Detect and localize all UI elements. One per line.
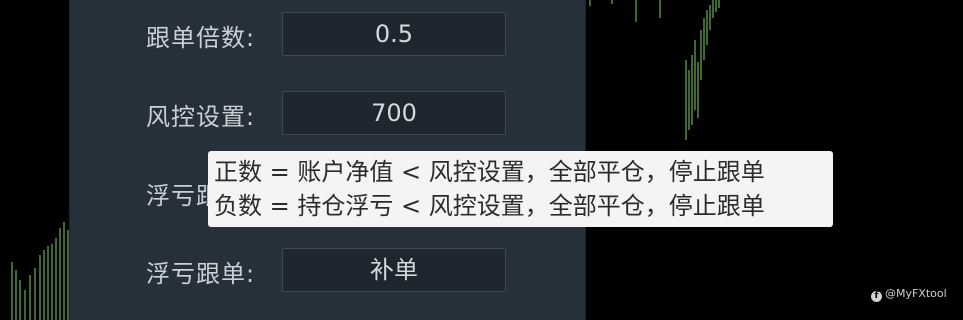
risk-control-label: 风控设置: <box>146 103 256 131</box>
tooltip-line-positive: 正数 = 账户净值 < 风控设置，全部平仓，停止跟单 <box>214 158 765 186</box>
risk-control-input[interactable]: 700 <box>282 91 506 135</box>
follow-multiplier-input[interactable]: 0.5 <box>282 12 506 56</box>
tooltip-line-negative: 负数 = 持仓浮亏 < 风控设置，全部平仓，停止跟单 <box>214 192 765 220</box>
risk-control-tooltip: 正数 = 账户净值 < 风控设置，全部平仓，停止跟单 负数 = 持仓浮亏 < 风… <box>208 151 833 227</box>
floating-loss-follow-label: 浮亏跟单: <box>146 260 256 288</box>
screen: 跟单倍数: 0.5 风控设置: 700 浮亏跟 浮亏跟单: 补单 正数 = 账户… <box>0 0 963 320</box>
watermark: f @MyFXtool <box>871 287 947 302</box>
floating-loss-follow-select[interactable]: 补单 <box>282 248 506 292</box>
follow-multiplier-label: 跟单倍数: <box>146 24 256 52</box>
watermark-text: @MyFXtool <box>885 287 947 300</box>
facebook-icon: f <box>871 291 882 302</box>
